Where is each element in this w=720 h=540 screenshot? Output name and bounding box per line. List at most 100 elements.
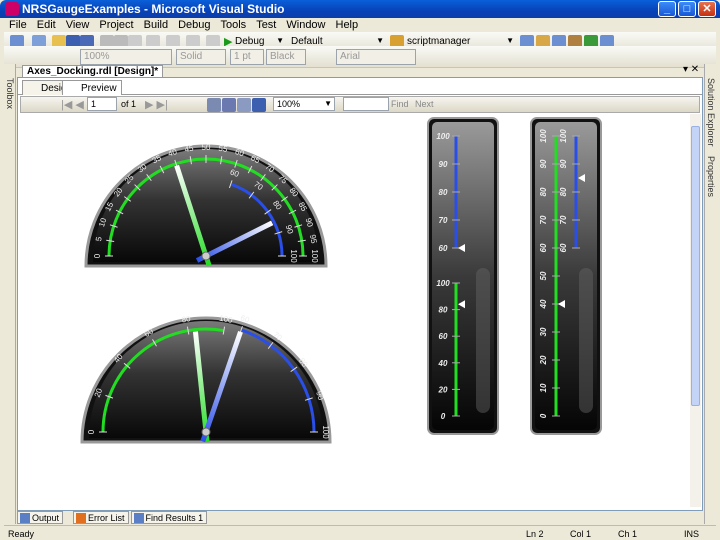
tab-error-list[interactable]: Error List — [73, 511, 129, 524]
report-zoom-combo[interactable]: 100% ▼ — [273, 97, 335, 111]
gauge-face — [93, 149, 319, 262]
first-page-icon[interactable]: |◀ ◀ — [61, 98, 84, 111]
tab-output-label: Output — [32, 513, 60, 523]
document-tab[interactable]: Axes_Docking.rdl [Design]* — [22, 65, 164, 77]
properties-tab[interactable]: Properties — [706, 156, 716, 197]
tick-label: 80 — [539, 187, 548, 196]
tick-label: 60 — [559, 243, 568, 252]
tab-error-list-label: Error List — [88, 513, 125, 523]
tick-label: 100 — [310, 249, 319, 263]
report-canvas: 0510152025303540 45 50 55 606570758085909510… — [20, 114, 690, 507]
tab-preview[interactable]: Preview — [62, 80, 122, 95]
tick-label: 20 — [539, 355, 548, 365]
vertical-scrollbar[interactable] — [690, 114, 701, 507]
line-color-combo: Black — [266, 49, 306, 65]
tick-label: 0 — [87, 429, 96, 434]
tick-label: 0 — [539, 413, 548, 418]
menu-debug[interactable]: Debug — [178, 19, 210, 32]
report-zoom-value: 100% — [277, 99, 301, 109]
tick-label: 80 — [439, 306, 448, 315]
chevron-down-icon: ▼ — [506, 36, 514, 45]
menu-file[interactable]: File — [9, 19, 27, 32]
tick-label: 70 — [539, 215, 548, 224]
minimize-button[interactable]: _ — [658, 1, 676, 17]
output-icon — [20, 513, 30, 523]
menu-project[interactable]: Project — [99, 19, 133, 32]
export-icon[interactable] — [252, 98, 266, 112]
line-color-value: Black — [270, 51, 295, 62]
tick-label: 80 — [439, 188, 448, 197]
find-input[interactable] — [343, 97, 389, 111]
menu-view[interactable]: View — [66, 19, 90, 32]
scroll-thumb[interactable] — [691, 126, 700, 406]
find-next-button[interactable]: Next — [415, 99, 434, 109]
line-style-value: Solid — [180, 51, 203, 62]
maximize-button[interactable]: □ — [678, 1, 696, 17]
print-icon[interactable] — [207, 98, 221, 112]
toolbox-tab[interactable]: Toolbox — [5, 78, 15, 109]
menu-test[interactable]: Test — [256, 19, 276, 32]
zoom-combo-disabled: 100% — [80, 49, 172, 65]
tick-label: 100 — [559, 129, 568, 143]
menu-tools[interactable]: Tools — [221, 19, 247, 32]
line-width-combo: 1 pt — [230, 49, 264, 65]
page-value: 1 — [91, 99, 97, 109]
tick-label: 100 — [289, 249, 298, 263]
toolbox-panel[interactable]: Toolbox — [4, 64, 16, 524]
close-button[interactable]: ✕ — [698, 1, 716, 17]
tick-label: 40 — [539, 299, 548, 309]
close-document-icon[interactable]: ▾ ✕ — [683, 64, 699, 75]
tick-label: 60 — [539, 243, 548, 252]
tab-output[interactable]: Output — [17, 511, 64, 524]
needle-cap — [201, 251, 211, 261]
zoom-value: 100% — [84, 51, 110, 62]
menu-window[interactable]: Window — [286, 19, 325, 32]
tick-label: 70 — [439, 216, 448, 225]
tick-label: 10 — [539, 383, 548, 392]
tick-label: 90 — [559, 159, 568, 168]
app-icon — [5, 2, 19, 16]
line-style-combo: Solid — [176, 49, 226, 65]
title-bar: NRSGaugeExamples - Microsoft Visual Stud… — [0, 0, 720, 18]
tick-label: 50 — [202, 143, 211, 152]
font-value: Arial — [340, 51, 361, 62]
tick-label: 100 — [321, 425, 330, 439]
tick-label: 100 — [436, 279, 450, 288]
print-layout-icon[interactable] — [222, 98, 236, 112]
radial-gauge-2: 020406080 100 60708090100 — [80, 313, 332, 444]
designer-tabs: Design Preview — [18, 78, 702, 95]
tab-preview-label: Preview — [81, 83, 117, 94]
status-bar: Ready Ln 2 Col 1 Ch 1 INS — [4, 525, 716, 540]
status-mode: INS — [684, 529, 700, 539]
menu-help[interactable]: Help — [336, 19, 359, 32]
page-setup-icon[interactable] — [237, 98, 251, 112]
menu-edit[interactable]: Edit — [37, 19, 56, 32]
radial-gauge-1: 0510152025303540 45 50 55 606570758085909510… — [84, 143, 328, 268]
tick-label: 50 — [539, 271, 548, 280]
tick-label: 45 — [184, 144, 195, 154]
tick-label: 90 — [439, 160, 448, 169]
window-title: NRSGaugeExamples - Microsoft Visual Stud… — [22, 2, 285, 16]
linear-gauge-2: 0 10 20 30 40 50 60 70 80 90 100 60 70 80 90 100 — [530, 117, 602, 435]
report-toolbar: |◀ ◀ 1 of 1 ▶ ▶| 100% ▼ Find Next — [20, 96, 700, 113]
tick-label: 90 — [539, 159, 548, 168]
tick-label: 0 — [93, 253, 102, 258]
find-button[interactable]: Find — [391, 99, 409, 109]
gauge-highlight — [476, 268, 490, 413]
menu-build[interactable]: Build — [144, 19, 168, 32]
status-ch: Ch 1 — [618, 529, 638, 539]
tick-label: 40 — [438, 359, 448, 368]
tick-label: 80 — [181, 314, 192, 325]
chevron-down-icon: ▼ — [276, 36, 284, 45]
status-line: Ln 2 — [526, 529, 544, 539]
menu-bar: File Edit View Project Build Debug Tools… — [4, 18, 716, 32]
tick-label: 0 — [441, 412, 446, 421]
status-col: Col 1 — [570, 529, 592, 539]
solution-explorer-tab[interactable]: Solution Explorer — [706, 78, 716, 147]
tab-find-results[interactable]: Find Results 1 — [130, 511, 208, 524]
page-input[interactable]: 1 — [87, 97, 117, 111]
tab-find-results-label: Find Results 1 — [145, 513, 204, 523]
tick-label: 80 — [559, 187, 568, 196]
next-page-icon[interactable]: ▶ ▶| — [145, 98, 168, 111]
status-text: Ready — [8, 529, 35, 539]
